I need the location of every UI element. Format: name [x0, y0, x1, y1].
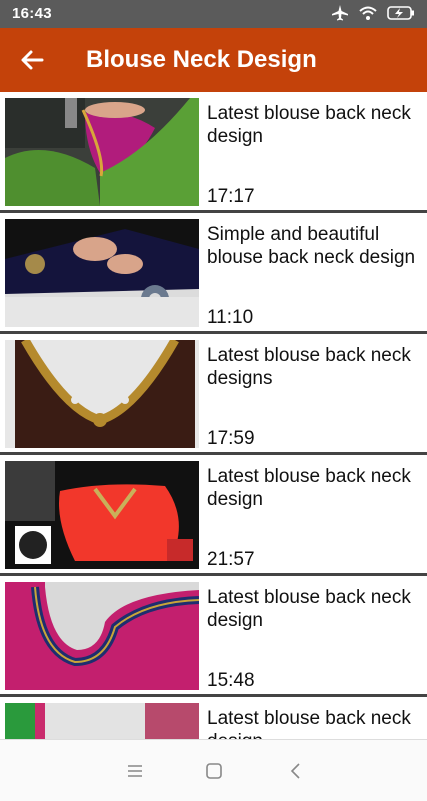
- video-list-item[interactable]: Latest blouse back neck design 15:48: [0, 576, 427, 697]
- thumbnail-image: [5, 98, 199, 206]
- battery-charging-icon: [387, 6, 414, 20]
- video-title[interactable]: Latest blouse back neck designs: [207, 344, 422, 390]
- thumbnail-image: [5, 582, 199, 690]
- home-icon[interactable]: [203, 760, 225, 782]
- video-duration: 21:57: [207, 549, 255, 570]
- arrow-back-icon[interactable]: [18, 46, 46, 74]
- video-list[interactable]: Latest blouse back neck design 17:17 Sim…: [0, 92, 427, 739]
- video-title[interactable]: Simple and beautiful blouse back neck de…: [207, 223, 422, 269]
- page-title: Blouse Neck Design: [86, 46, 317, 73]
- video-list-item[interactable]: Latest blouse back neck design 17:17: [0, 92, 427, 213]
- system-nav-bar: [0, 739, 427, 801]
- airplane-icon: [332, 5, 348, 21]
- wifi-icon: [359, 6, 377, 20]
- video-thumbnail[interactable]: [5, 582, 199, 690]
- status-icons: [331, 5, 415, 21]
- video-thumbnail[interactable]: [5, 703, 199, 739]
- menu-icon[interactable]: [124, 760, 146, 782]
- video-title[interactable]: Latest blouse back neck design: [207, 465, 422, 511]
- status-time: 16:43: [12, 5, 52, 22]
- video-list-item[interactable]: Latest blouse back neck design 21:57: [0, 455, 427, 576]
- video-duration: 11:10: [207, 307, 254, 328]
- thumbnail-image: [5, 461, 199, 569]
- video-list-item[interactable]: Latest blouse back neck design: [0, 697, 427, 739]
- video-thumbnail[interactable]: [5, 219, 199, 327]
- video-title[interactable]: Latest blouse back neck design: [207, 707, 422, 739]
- status-bar: 16:43: [0, 0, 427, 28]
- video-list-item[interactable]: Latest blouse back neck designs 17:59: [0, 334, 427, 455]
- thumbnail-image: [5, 703, 199, 739]
- video-duration: 15:48: [207, 670, 255, 691]
- video-duration: 17:17: [207, 186, 255, 207]
- video-thumbnail[interactable]: [5, 461, 199, 569]
- video-title[interactable]: Latest blouse back neck design: [207, 586, 422, 632]
- video-list-item[interactable]: Simple and beautiful blouse back neck de…: [0, 213, 427, 334]
- video-title[interactable]: Latest blouse back neck design: [207, 102, 422, 148]
- back-triangle-icon[interactable]: [285, 760, 307, 782]
- thumbnail-image: [5, 219, 199, 327]
- video-thumbnail[interactable]: [5, 340, 199, 448]
- app-bar: Blouse Neck Design: [0, 28, 427, 92]
- video-thumbnail[interactable]: [5, 98, 199, 206]
- video-duration: 17:59: [207, 428, 255, 449]
- thumbnail-image: [5, 340, 199, 448]
